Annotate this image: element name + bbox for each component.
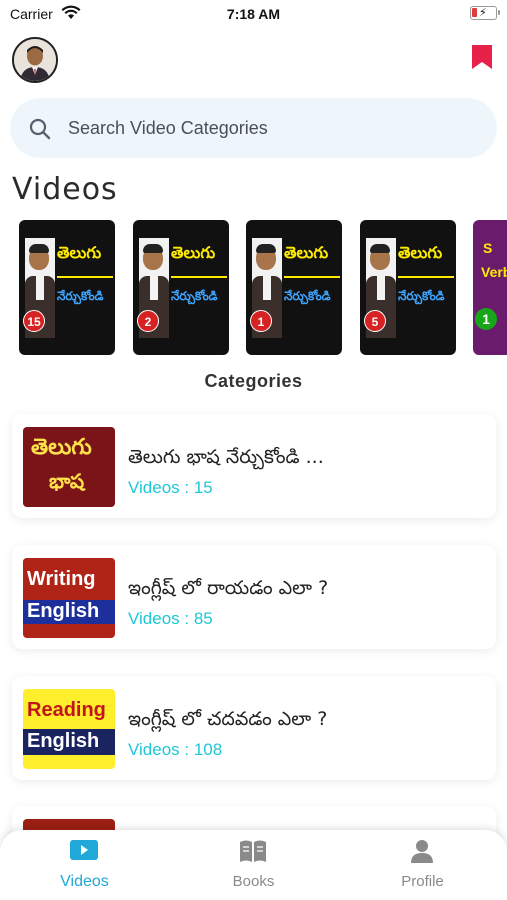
thumbnail-text-line2: భాష bbox=[49, 469, 85, 493]
category-video-count: Videos : 108 bbox=[128, 740, 223, 759]
video-title-line1: తెలుగు bbox=[171, 243, 216, 262]
video-number-badge: 15 bbox=[23, 310, 45, 332]
thumbnail-text-line1: Writing bbox=[27, 568, 96, 590]
search-input[interactable] bbox=[68, 112, 468, 144]
category-thumbnail: తెలుగు భాష bbox=[23, 427, 115, 507]
bookmark-icon[interactable] bbox=[471, 44, 493, 70]
tab-videos[interactable]: Videos bbox=[0, 830, 169, 900]
video-thumbnail[interactable]: తెలుగు నేర్చుకోండి 15 bbox=[19, 220, 115, 355]
video-thumbnail[interactable]: తెలుగు నేర్చుకోండి 5 bbox=[360, 220, 456, 355]
tab-books[interactable]: Books bbox=[169, 830, 338, 900]
tab-label: Videos bbox=[60, 873, 109, 890]
thumbnail-text-line1: తెలుగు bbox=[31, 435, 92, 460]
category-thumbnail: Reading English bbox=[23, 689, 115, 769]
video-thumbnail[interactable]: తెలుగు నేర్చుకోండి 1 bbox=[246, 220, 342, 355]
video-title-line1: తెలుగు bbox=[398, 243, 443, 262]
category-video-count: Videos : 85 bbox=[128, 609, 213, 628]
video-thumbnail[interactable]: తెలుగు నేర్చుకోండి 2 bbox=[133, 220, 229, 355]
search-bar[interactable] bbox=[10, 98, 497, 158]
category-title: ఇంగ్లీష్ లో రాయడం ఎలా ? bbox=[128, 577, 329, 599]
video-title-line2: నేర్చుకోండి bbox=[171, 289, 218, 303]
video-title-line2: నేర్చుకోండి bbox=[284, 289, 331, 303]
video-title-line2: Verb bbox=[481, 264, 507, 280]
clock-time: 7:18 AM bbox=[226, 6, 281, 22]
tab-label: Books bbox=[232, 873, 275, 890]
category-title: తెలుగు భాష నేర్చుకోండి ... bbox=[128, 446, 324, 468]
category-thumbnail: Writing English bbox=[23, 558, 115, 638]
tab-profile[interactable]: Profile bbox=[338, 830, 507, 900]
video-number-badge: 2 bbox=[137, 310, 159, 332]
category-video-count: Videos : 15 bbox=[128, 478, 213, 497]
video-title-line2: నేర్చుకోండి bbox=[398, 289, 445, 303]
battery-icon: ⚡ bbox=[470, 6, 500, 20]
video-number-badge: 1 bbox=[475, 308, 497, 330]
search-icon bbox=[28, 117, 52, 146]
video-number-badge: 1 bbox=[250, 310, 272, 332]
categories-heading: Categories bbox=[204, 371, 303, 391]
video-title-line2: నేర్చుకోండి bbox=[57, 289, 104, 303]
category-card-writing[interactable]: Writing English ఇంగ్లీష్ లో రాయడం ఎలా ? … bbox=[12, 545, 496, 649]
book-icon bbox=[238, 838, 268, 869]
video-title-line1: తెలుగు bbox=[284, 243, 329, 262]
bottom-tab-bar: Videos Books Profile bbox=[0, 830, 507, 900]
video-carousel[interactable]: తెలుగు నేర్చుకోండి 15 తెలుగు నేర్చుకోండి… bbox=[0, 220, 507, 356]
thumbnail-text-line2: English bbox=[27, 730, 100, 752]
category-title: ఇంగ్లీష్ లో చదవడం ఎలా ? bbox=[128, 708, 328, 730]
status-bar: Carrier 7:18 AM ⚡ bbox=[0, 0, 507, 28]
tab-label: Profile bbox=[401, 873, 444, 890]
avatar[interactable] bbox=[12, 37, 58, 83]
page-title: Videos bbox=[12, 172, 118, 207]
person-icon bbox=[407, 838, 437, 869]
video-number-badge: 5 bbox=[364, 310, 386, 332]
category-card-telugu[interactable]: తెలుగు భాష తెలుగు భాష నేర్చుకోండి ... Vi… bbox=[12, 414, 496, 518]
video-thumbnail[interactable]: S Verb 1 bbox=[473, 220, 507, 355]
video-title-line1: S bbox=[483, 240, 493, 256]
thumbnail-text-line1: Reading bbox=[27, 699, 106, 721]
category-card-reading[interactable]: Reading English ఇంగ్లీష్ లో చదవడం ఎలా ? … bbox=[12, 676, 496, 780]
play-icon bbox=[69, 838, 99, 867]
thumbnail-text-line2: English bbox=[27, 600, 100, 622]
video-title-line1: తెలుగు bbox=[57, 243, 102, 262]
